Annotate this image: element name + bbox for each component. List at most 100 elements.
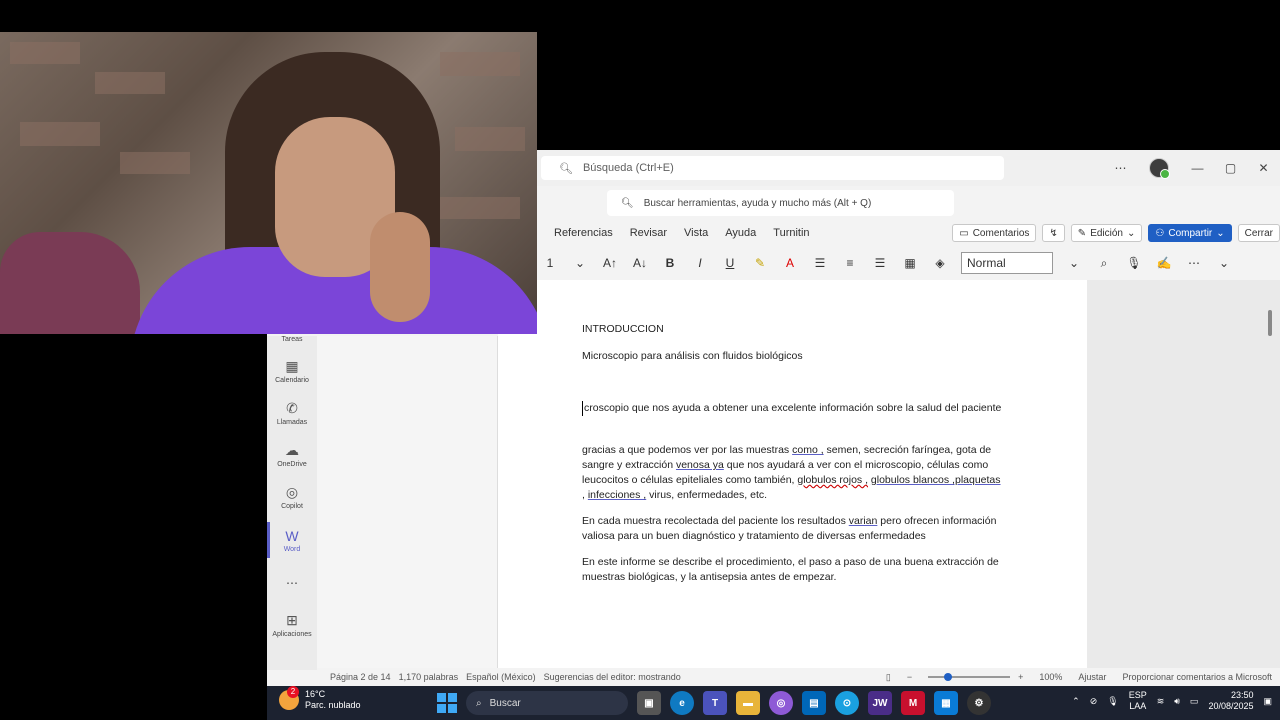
sidebar-item-copilot[interactable]: ◎ Copilot <box>267 484 317 510</box>
copilot-icon: ◎ <box>285 484 299 500</box>
bold-icon[interactable]: B <box>661 256 679 270</box>
document-page[interactable]: INTRODUCCION Microscopio para análisis c… <box>498 280 1087 670</box>
weather-widget[interactable]: 16°C Parc. nublado <box>279 686 361 711</box>
zoom-out-icon[interactable]: − <box>907 672 912 682</box>
sidebar-item-more[interactable]: ⋯ <box>267 576 317 590</box>
zoom-level[interactable]: 100% <box>1039 672 1062 682</box>
feedback-link[interactable]: Proporcionar comentarios a Microsoft <box>1122 672 1272 682</box>
sidebar-item-calendario[interactable]: ▦ Calendario <box>267 358 317 384</box>
close-doc-button[interactable]: Cerrar <box>1237 224 1280 242</box>
chevron-up-icon[interactable]: ⌃ <box>1072 696 1080 707</box>
font-size-select[interactable]: 1 <box>541 256 559 270</box>
chevron-down-icon[interactable]: ⌄ <box>571 256 589 270</box>
app-icon[interactable]: ▦ <box>934 691 958 715</box>
close-window-button[interactable]: ✕ <box>1247 161 1280 175</box>
grow-font-icon[interactable]: A↑ <box>601 256 619 270</box>
network-icon[interactable]: ⊘ <box>1090 696 1098 707</box>
tab-referencias[interactable]: Referencias <box>554 227 613 239</box>
catchup-icon: ↯ <box>1049 227 1058 239</box>
dictate-icon[interactable]: 🎙︎ <box>1125 256 1143 270</box>
search-icon: 🔍︎ <box>621 197 634 209</box>
folder-icon[interactable]: ▬ <box>736 691 760 715</box>
sidebar-item-llamadas[interactable]: ✆ Llamadas <box>267 400 317 426</box>
mcafee-icon[interactable]: M <box>901 691 925 715</box>
fit-button[interactable]: Ajustar <box>1078 672 1106 682</box>
global-search-box[interactable]: 🔍︎ Búsqueda (Ctrl+E) <box>541 156 1004 180</box>
wifi-icon[interactable]: ≋ <box>1157 696 1165 707</box>
style-select[interactable]: Normal <box>961 252 1053 274</box>
doc-paragraph-1: croscopio que nos ayuda a obtener una ex… <box>582 401 1002 416</box>
add-app-icon: ⊞ <box>286 612 298 628</box>
system-tray: ⌃ ⊘ 🎙︎ ESP LAA ≋ 🔊︎ ▭ 23:50 20/08/2025 ▣ <box>1072 690 1272 712</box>
tab-revisar[interactable]: Revisar <box>630 227 667 239</box>
word-icon: W <box>285 528 299 544</box>
maximize-button[interactable]: ▢ <box>1214 161 1247 175</box>
sidebar-item-aplicaciones[interactable]: ⊞ Aplicaciones <box>267 612 317 638</box>
store-icon[interactable]: ▤ <box>802 691 826 715</box>
word-count: 1,170 palabras <box>398 672 459 682</box>
taskbar-search[interactable]: ⌕ Buscar <box>466 691 628 715</box>
sidebar-item-tareas[interactable]: Tareas <box>267 336 317 343</box>
font-color-icon[interactable]: A <box>781 256 799 270</box>
avatar[interactable] <box>1149 158 1170 179</box>
catchup-button[interactable]: ↯ <box>1042 224 1065 242</box>
tab-ayuda[interactable]: Ayuda <box>725 227 756 239</box>
share-button[interactable]: ⚇ Compartir ⌄ <box>1148 224 1232 242</box>
volume-icon[interactable]: 🔊︎ <box>1174 696 1180 707</box>
chevron-down-icon[interactable]: ⌄ <box>1065 256 1083 270</box>
underline-icon[interactable]: U <box>721 256 739 270</box>
weather-icon <box>279 686 299 710</box>
language-indicator[interactable]: ESP LAA <box>1129 690 1147 712</box>
comments-button[interactable]: ▭ Comentarios <box>952 224 1037 242</box>
numbering-icon[interactable]: ≡ <box>841 256 859 270</box>
settings-icon[interactable]: ⚙ <box>967 691 991 715</box>
copilot-icon[interactable]: ◎ <box>769 691 793 715</box>
language-status[interactable]: Español (México) <box>466 672 536 682</box>
pencil-icon: ✎ <box>1077 227 1087 239</box>
scrollbar-thumb[interactable] <box>1268 310 1272 336</box>
start-button[interactable] <box>437 693 457 713</box>
doc-paragraph-4: En este informe se describe el procedimi… <box>582 556 999 583</box>
notification-icon[interactable]: ▣ <box>1263 696 1272 707</box>
jw-icon[interactable]: JW <box>868 691 892 715</box>
more-options-icon[interactable]: ⋯ <box>1104 161 1137 175</box>
share-icon: ⚇ <box>1155 227 1165 239</box>
chrome-icon[interactable]: ⊙ <box>835 691 859 715</box>
mic-icon[interactable]: 🎙︎ <box>1107 696 1118 707</box>
tab-vista[interactable]: Vista <box>684 227 708 239</box>
chevron-down-icon: ⌄ <box>1127 227 1136 239</box>
weather-desc: Parc. nublado <box>305 700 361 710</box>
sidebar-item-onedrive[interactable]: ☁ OneDrive <box>267 442 317 468</box>
editing-mode-button[interactable]: ✎ Edición ⌄ <box>1070 224 1143 242</box>
shading-icon[interactable]: ◈ <box>931 256 949 270</box>
sidebar-item-word[interactable]: W Word <box>267 528 317 553</box>
more-options-icon[interactable]: ⋯ <box>1185 256 1203 270</box>
find-icon[interactable]: ⌕ <box>1095 256 1113 271</box>
highlight-icon[interactable]: ✎ <box>751 256 769 270</box>
tab-turnitin[interactable]: Turnitin <box>773 227 809 239</box>
clock[interactable]: 23:50 20/08/2025 <box>1208 690 1253 712</box>
align-icon[interactable]: ☰ <box>871 256 889 270</box>
zoom-in-icon[interactable]: + <box>1018 672 1023 682</box>
italic-icon[interactable]: I <box>691 256 709 270</box>
bullets-icon[interactable]: ☰ <box>811 256 829 270</box>
editor-suggestions[interactable]: Sugerencias del editor: mostrando <box>544 672 681 682</box>
taskbar: 16°C Parc. nublado ⌕ Buscar ▣ e T ▬ ◎ ▤ … <box>267 686 1280 720</box>
word-search-box[interactable]: 🔍︎ Buscar herramientas, ayuda y mucho má… <box>607 190 954 216</box>
search-icon: ⌕ <box>476 697 482 709</box>
view-mode-icon[interactable]: ▯ <box>886 672 891 683</box>
borders-icon[interactable]: ▦ <box>901 256 919 270</box>
teams-icon[interactable]: T <box>703 691 727 715</box>
ribbon-toolbar: 1 ⌄ A↑ A↓ B I U ✎ A ☰ ≡ ☰ ▦ ◈ Normal ⌄ ⌕… <box>537 250 1280 276</box>
document-area: INTRODUCCION Microscopio para análisis c… <box>498 280 1280 670</box>
left-panel <box>317 336 498 670</box>
expand-ribbon-icon[interactable]: ⌄ <box>1215 256 1233 270</box>
edge-icon[interactable]: e <box>670 691 694 715</box>
shrink-font-icon[interactable]: A↓ <box>631 256 649 270</box>
battery-icon[interactable]: ▭ <box>1190 696 1199 707</box>
editor-icon[interactable]: ✍ <box>1155 256 1173 270</box>
minimize-button[interactable]: — <box>1181 161 1214 175</box>
zoom-slider[interactable] <box>928 673 1011 681</box>
task-view-icon[interactable]: ▣ <box>637 691 661 715</box>
search-icon: 🔍︎ <box>559 162 573 175</box>
